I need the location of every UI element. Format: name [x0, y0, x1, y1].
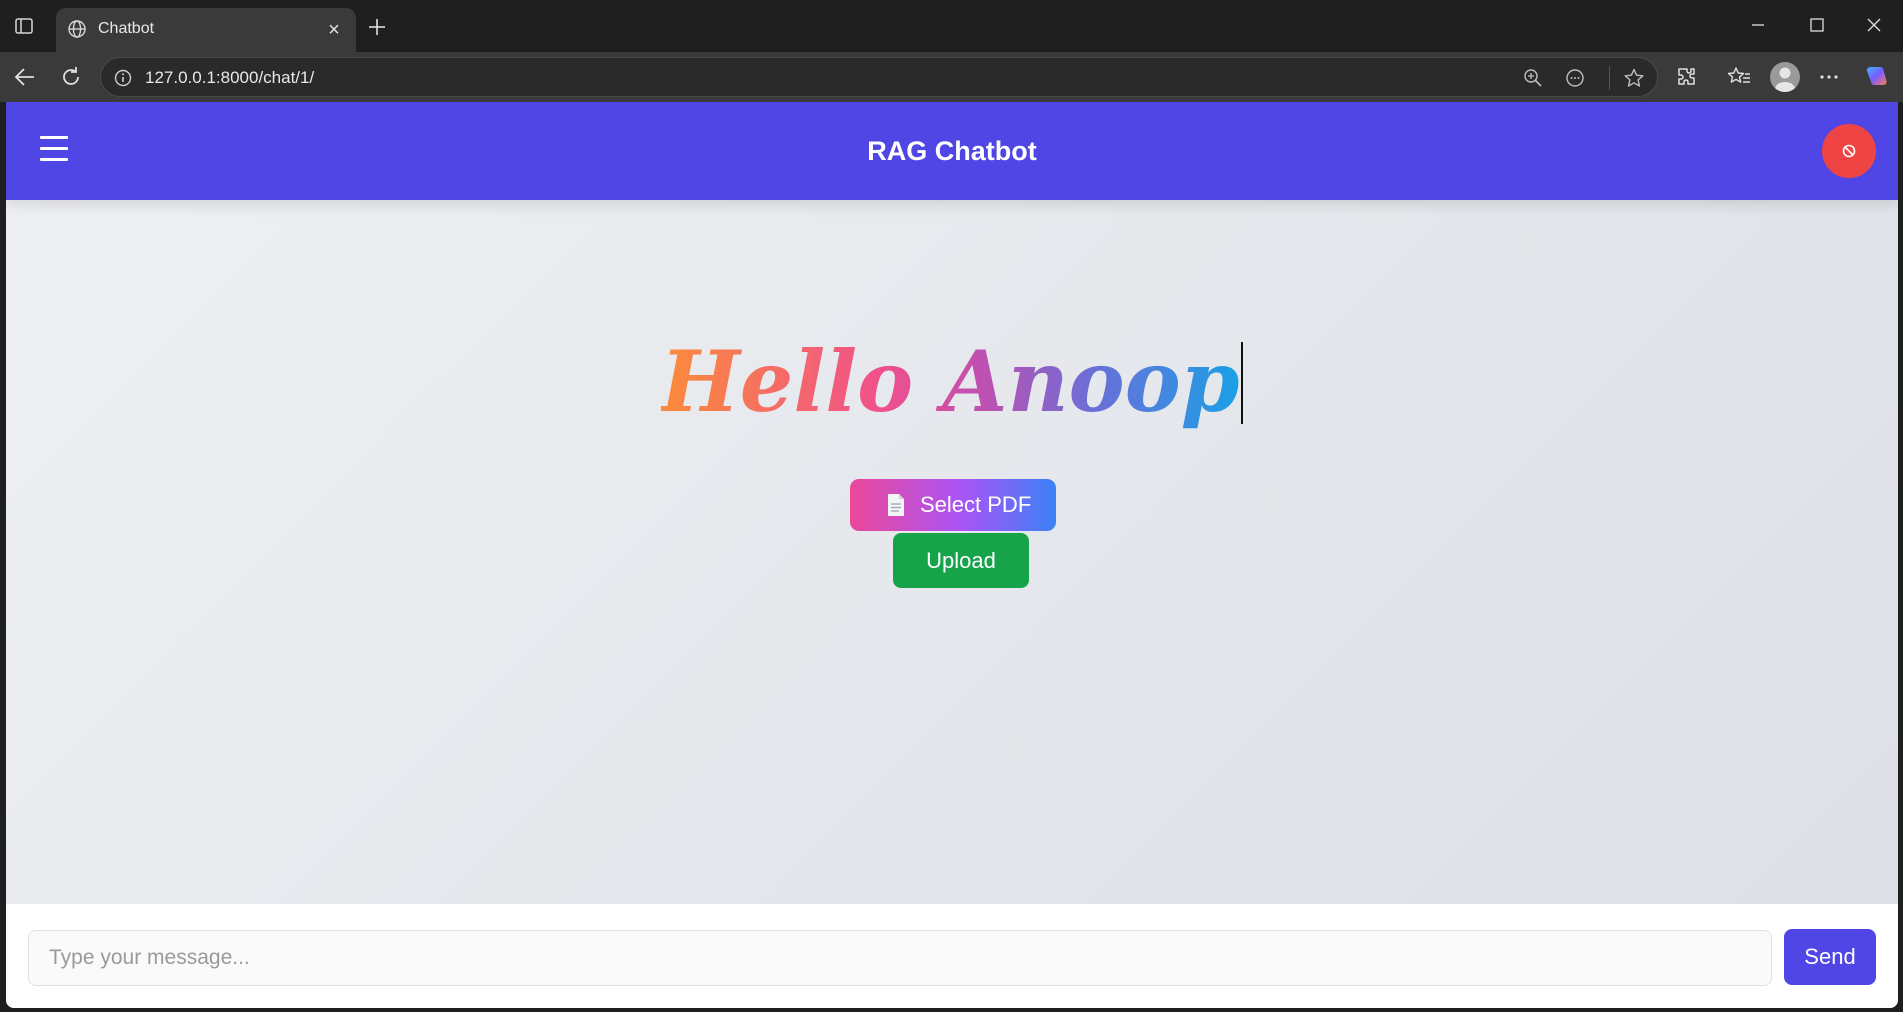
copilot-icon[interactable]	[1862, 63, 1890, 91]
extensions-icon[interactable]	[1674, 64, 1700, 90]
browser-tab[interactable]: Chatbot ×	[56, 8, 356, 52]
profile-icon[interactable]	[1770, 62, 1800, 92]
document-icon	[888, 494, 904, 516]
address-bar[interactable]: 127.0.0.1:8000/chat/1/	[100, 57, 1658, 97]
info-icon[interactable]	[113, 68, 133, 88]
refresh-icon[interactable]	[58, 64, 84, 90]
minimize-icon[interactable]	[1747, 14, 1769, 36]
browser-toolbar: 127.0.0.1:8000/chat/1/	[0, 52, 1903, 102]
logout-icon	[1842, 144, 1856, 158]
send-button[interactable]: Send	[1784, 929, 1876, 985]
app-header: RAG Chatbot	[6, 102, 1898, 200]
star-icon[interactable]	[1623, 67, 1645, 89]
plus-icon[interactable]	[366, 16, 388, 38]
chat-page: RAG Chatbot Hello Anoop Select PDF Uploa…	[6, 102, 1898, 1008]
browser-tab-strip: Chatbot ×	[0, 0, 1903, 52]
zoom-icon[interactable]	[1522, 67, 1544, 89]
sidebar-toggle-icon[interactable]	[14, 16, 34, 36]
greeting-text: Hello Anoop	[660, 332, 1240, 431]
greeting: Hello Anoop	[6, 334, 1898, 430]
back-icon[interactable]	[12, 64, 38, 90]
close-icon[interactable]	[1863, 14, 1885, 36]
reader-icon[interactable]	[1564, 67, 1586, 89]
maximize-icon[interactable]	[1806, 14, 1828, 36]
tab-title: Chatbot	[98, 20, 155, 37]
upload-button[interactable]: Upload	[893, 533, 1029, 588]
close-icon[interactable]: ×	[324, 20, 344, 40]
globe-icon	[68, 20, 86, 38]
url-text: 127.0.0.1:8000/chat/1/	[145, 68, 315, 87]
divider	[1609, 66, 1610, 90]
more-icon[interactable]	[1816, 64, 1842, 90]
message-composer: Send	[6, 904, 1898, 1008]
message-input[interactable]	[28, 930, 1772, 986]
select-pdf-button[interactable]: Select PDF	[850, 479, 1056, 531]
logout-button[interactable]	[1822, 124, 1876, 178]
favorites-icon[interactable]	[1726, 64, 1752, 90]
select-pdf-label: Select PDF	[920, 492, 1032, 517]
typing-cursor	[1241, 342, 1244, 424]
page-title: RAG Chatbot	[867, 136, 1037, 166]
